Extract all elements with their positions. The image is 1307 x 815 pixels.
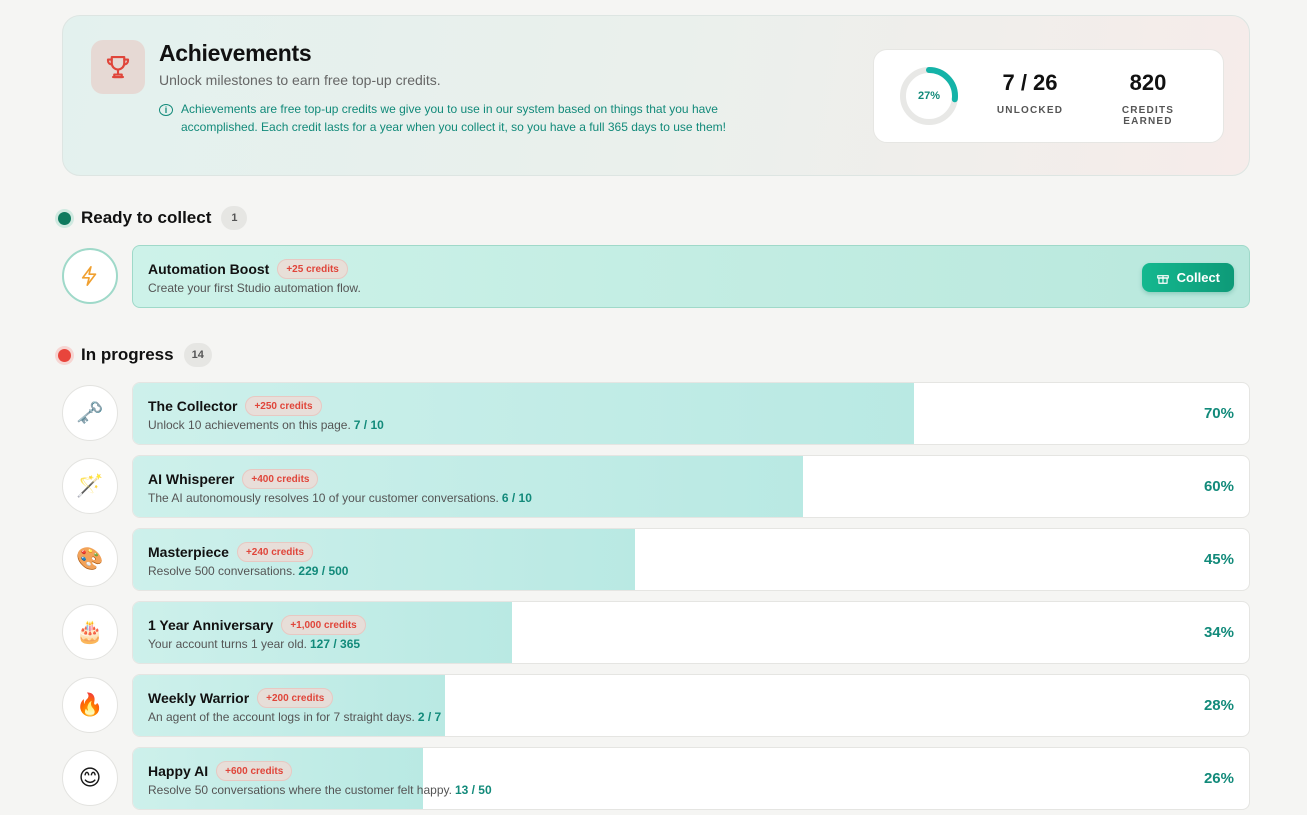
credit-badge: +400 credits [242, 469, 319, 489]
palette-icon: 🎨 [62, 531, 118, 587]
achievement-title: AI Whisperer [148, 471, 235, 487]
achievement-row: 🪄 AI Whisperer +400 credits The AI auton… [62, 455, 1250, 518]
achievement-desc-row: Resolve 500 conversations. 229 / 500 [148, 564, 348, 578]
achievement-progress: 6 / 10 [501, 491, 532, 505]
achievement-progress: 229 / 500 [298, 564, 349, 578]
smile-icon: 😊 [62, 750, 118, 806]
achievement-desc-row: Your account turns 1 year old. 127 / 365 [148, 637, 360, 651]
achievement-title-row: 1 Year Anniversary +1,000 credits [148, 615, 366, 635]
achievement-percent: 70% [1203, 405, 1234, 422]
achievement-card: 1 Year Anniversary +1,000 credits Your a… [132, 601, 1250, 664]
achievement-progress: 7 / 10 [353, 418, 384, 432]
achievement-progress: 127 / 365 [310, 637, 361, 651]
achievement-card: Happy AI +600 credits Resolve 50 convers… [132, 747, 1250, 810]
achievement-row: 🎨 Masterpiece +240 credits Resolve 500 c… [62, 528, 1250, 591]
info-note: i Achievements are free top-up credits w… [159, 101, 729, 136]
achievement-title: 1 Year Anniversary [148, 617, 274, 633]
ready-row: Automation Boost +25 credits Create your… [62, 245, 1250, 308]
achievement-title: Weekly Warrior [148, 690, 250, 706]
achievement-card: Masterpiece +240 credits Resolve 500 con… [132, 528, 1250, 591]
unlocked-value: 7 / 26 [1002, 70, 1058, 95]
achievement-percent: 60% [1203, 478, 1234, 495]
ready-section-title: Ready to collect [81, 208, 212, 227]
fire-icon: 🔥 [62, 677, 118, 733]
achievement-row: 🔥 Weekly Warrior +200 credits An agent o… [62, 674, 1250, 737]
ready-section-header: Ready to collect 1 [58, 206, 248, 230]
credit-badge: +240 credits [236, 542, 314, 562]
achievement-desc: Create your first Studio automation flow… [148, 281, 361, 295]
gift-icon [1156, 274, 1169, 284]
achievement-title-row: Masterpiece +240 credits [148, 542, 314, 562]
progress-section-header: In progress 14 [58, 343, 212, 367]
achievement-desc-row: An agent of the account logs in for 7 st… [148, 710, 441, 724]
achievement-desc: The AI autonomously resolves 10 of your … [148, 491, 499, 505]
achievement-percent: 45% [1203, 551, 1234, 568]
achievement-desc: Resolve 500 conversations. [148, 564, 296, 578]
achievement-title-row: AI Whisperer +400 credits [148, 469, 319, 489]
achievement-card: AI Whisperer +400 credits The AI autonom… [132, 455, 1250, 518]
achievement-card: The Collector +250 credits Unlock 10 ach… [132, 382, 1250, 445]
credit-badge: +250 credits [245, 396, 322, 416]
cake-icon: 🎂 [62, 604, 118, 660]
ready-dot [58, 211, 71, 225]
achievement-desc: An agent of the account logs in for 7 st… [148, 710, 415, 724]
achievement-desc-row: Resolve 50 conversations where the custo… [148, 783, 492, 797]
achievement-percent: 28% [1203, 697, 1234, 714]
ready-card: Automation Boost +25 credits Create your… [132, 245, 1250, 308]
achievement-desc: Your account turns 1 year old. [148, 637, 307, 651]
achievement-title: The Collector [148, 398, 238, 414]
achievement-progress: 2 / 7 [417, 710, 442, 724]
achievement-percent: 26% [1203, 770, 1234, 787]
achievement-desc: Unlock 10 achievements on this page. [148, 418, 351, 432]
collect-button-label: Collect [1176, 270, 1220, 285]
page-subtitle: Unlock milestones to earn free top-up cr… [159, 72, 441, 88]
credit-badge: +600 credits [216, 761, 293, 781]
achievement-title: Masterpiece [148, 544, 229, 560]
progress-count-badge: 14 [183, 343, 212, 367]
stats-card: 27% 7 / 26 UNLOCKED 820 CREDITS EARNED [873, 49, 1224, 143]
achievement-title: Happy AI [148, 763, 209, 779]
achievement-card: Weekly Warrior +200 credits An agent of … [132, 674, 1250, 737]
credits-label: CREDITS EARNED [1121, 105, 1175, 127]
ready-count-badge: 1 [221, 206, 248, 230]
achievement-row: 🗝️ The Collector +250 credits Unlock 10 … [62, 382, 1250, 445]
credit-badge: +200 credits [257, 688, 334, 708]
credit-badge: +25 credits [277, 259, 348, 279]
achievement-desc: Resolve 50 conversations where the custo… [148, 783, 452, 797]
info-icon: i [159, 104, 173, 116]
unlocked-label: UNLOCKED [996, 105, 1064, 116]
collect-button[interactable]: Collect [1141, 263, 1234, 292]
progress-ring-label: 27% [917, 90, 941, 102]
achievement-title-row: The Collector +250 credits [148, 396, 322, 416]
achievement-title: Automation Boost [148, 261, 270, 277]
achievement-desc-row: The AI autonomously resolves 10 of your … [148, 491, 532, 505]
achievement-row: 🎂 1 Year Anniversary +1,000 credits Your… [62, 601, 1250, 664]
page-title: Achievements [159, 40, 312, 66]
achievement-title-row: Weekly Warrior +200 credits [148, 688, 334, 708]
trophy-icon [91, 40, 145, 94]
achievement-progress: 13 / 50 [454, 783, 492, 797]
lightning-icon [62, 248, 118, 304]
achievement-title-row: Happy AI +600 credits [148, 761, 293, 781]
magic-wand-icon: 🪄 [62, 458, 118, 514]
progress-section-title: In progress [81, 345, 174, 364]
info-text: Achievements are free top-up credits we … [181, 102, 726, 134]
achievement-percent: 34% [1203, 624, 1234, 641]
progress-dot [58, 348, 71, 362]
achievements-header: Achievements Unlock milestones to earn f… [62, 15, 1250, 176]
credit-badge: +1,000 credits [281, 615, 366, 635]
achievement-row: 😊 Happy AI +600 credits Resolve 50 conve… [62, 747, 1250, 810]
key-icon: 🗝️ [62, 385, 118, 441]
credits-value: 820 [1129, 70, 1167, 95]
unlocked-stat: 7 / 26 UNLOCKED [996, 70, 1064, 116]
credits-stat: 820 CREDITS EARNED [1096, 70, 1200, 127]
achievement-title-row: Automation Boost +25 credits [148, 259, 348, 279]
achievement-desc-row: Unlock 10 achievements on this page. 7 / … [148, 418, 384, 432]
